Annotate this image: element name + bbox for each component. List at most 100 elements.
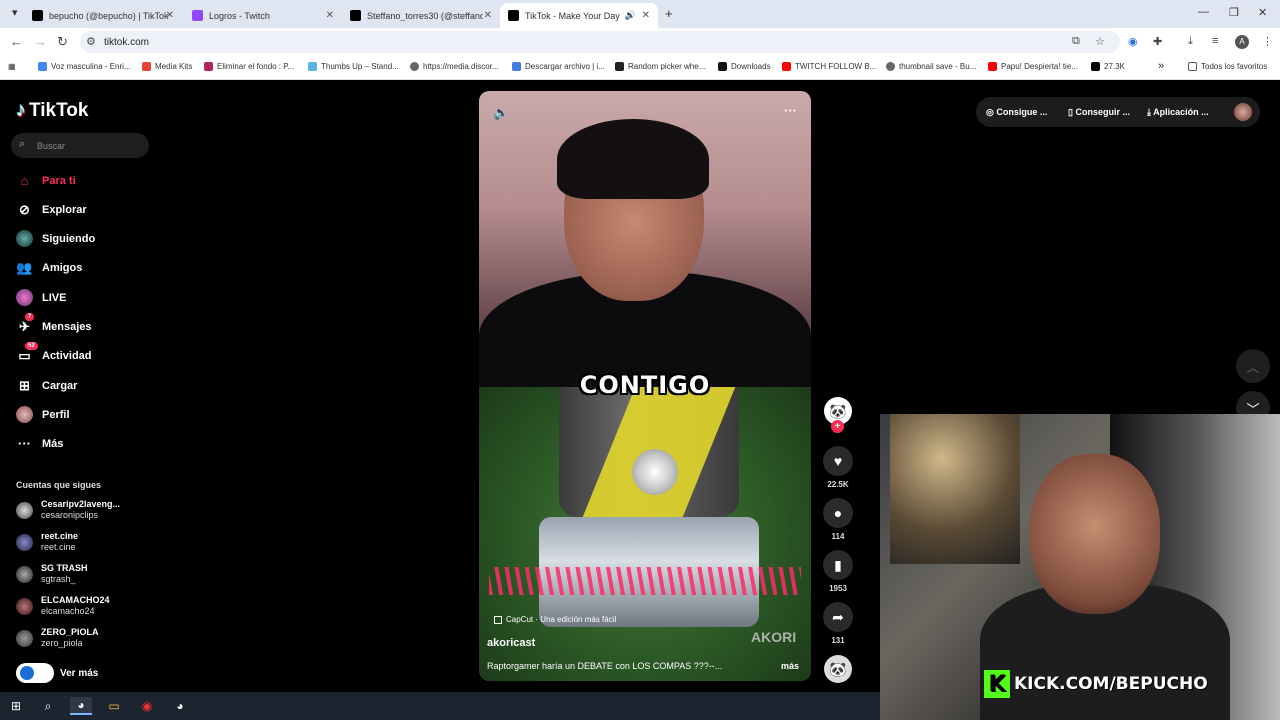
globe-icon xyxy=(886,62,895,71)
user-avatar[interactable] xyxy=(1234,103,1252,121)
search-icon[interactable]: ⌕ xyxy=(37,697,59,715)
star-icon[interactable]: ☆ xyxy=(1095,35,1105,48)
extension-icon[interactable]: ◉ xyxy=(1128,35,1138,48)
bookmark[interactable]: Voz masculina - Enri... xyxy=(38,62,131,71)
minimize-icon[interactable]: — xyxy=(1198,6,1209,18)
nav-friends[interactable]: 👥 Amigos xyxy=(16,259,82,276)
close-icon[interactable]: ✕ xyxy=(642,10,650,21)
menu-icon[interactable]: ⋮ xyxy=(1262,35,1273,48)
more-options-icon[interactable]: ··· xyxy=(784,103,797,118)
chevron-right-icon[interactable]: » xyxy=(1158,60,1164,72)
capcut-link[interactable]: CapCut · Una edición más fácil xyxy=(494,615,616,624)
description-more-button[interactable]: más xyxy=(781,661,799,671)
tag-icon xyxy=(512,62,521,71)
close-icon[interactable]: ✕ xyxy=(166,10,174,21)
share-icon[interactable]: ➦ xyxy=(823,602,853,632)
bookmark-icon[interactable]: ▮ xyxy=(823,550,853,580)
chrome-icon[interactable]: ◕ xyxy=(169,697,191,715)
followed-account[interactable]: Cesaripv2laveng... cesaronipclips xyxy=(16,499,120,521)
previous-video-button[interactable]: ︿ xyxy=(1236,349,1270,383)
bookmark[interactable]: 27.3K xyxy=(1091,62,1125,71)
followed-account[interactable]: SG TRASH sgtrash_ xyxy=(16,563,88,585)
app-download-button[interactable]: ⤓ Aplicación ... xyxy=(1147,107,1209,118)
install-icon[interactable]: ⧉ xyxy=(1072,35,1080,48)
bookmark[interactable]: https://media.discor... xyxy=(410,62,499,71)
close-icon[interactable]: ✕ xyxy=(484,10,492,21)
nav-messages[interactable]: ✈ 7 Mensajes xyxy=(16,313,92,335)
apps-icon[interactable]: ▦ xyxy=(8,62,16,71)
bookmark[interactable]: TWITCH FOLLOW B... xyxy=(782,62,876,71)
comment-icon[interactable]: ● xyxy=(823,498,853,528)
globe-icon xyxy=(410,62,419,71)
tab-search-icon[interactable]: ▾ xyxy=(12,6,18,19)
browser-tab[interactable]: Logros - Twitch ✕ xyxy=(184,3,342,28)
address-bar: ← → ↻ ⚙ tiktok.com ⧉ ☆ ◉ ✚ ⤓ ≡ A ⋮ xyxy=(0,28,1280,56)
music-disc-icon[interactable]: 🐼 xyxy=(824,655,852,683)
tiktok-icon xyxy=(350,10,361,21)
windows-start-icon[interactable]: ⊞ xyxy=(5,697,27,715)
share-action[interactable]: ➦ 131 xyxy=(823,602,853,645)
puzzle-icon[interactable]: ✚ xyxy=(1153,35,1162,48)
nav-activity[interactable]: ▭ 52 Actividad xyxy=(16,342,92,364)
tiktok-logo[interactable]: ♪ TikTok xyxy=(16,99,88,122)
bookmark[interactable]: Downloads xyxy=(718,62,771,71)
nav-more[interactable]: ··· Más xyxy=(16,435,63,452)
file-explorer-icon[interactable]: ▭ xyxy=(103,697,125,715)
obs-icon[interactable]: ◉ xyxy=(136,697,158,715)
bookmark[interactable]: thumbnail save - Bu... xyxy=(886,62,976,71)
like-action[interactable]: ♥ 22.5K xyxy=(823,446,853,489)
bookmark[interactable]: Eliminar el fondo : P... xyxy=(204,62,294,71)
bookmark[interactable]: Papu! Despierta! tie... xyxy=(988,62,1078,71)
back-icon[interactable]: ← xyxy=(10,34,23,49)
nav-live[interactable]: LIVE xyxy=(16,289,66,306)
url-text[interactable]: tiktok.com xyxy=(104,37,149,48)
browser-tab[interactable]: Steffano_torres30 (@steffano_t ✕ xyxy=(342,3,500,28)
followed-account[interactable]: ELCAMACHO24 elcamacho24 xyxy=(16,595,110,617)
nav-for-you[interactable]: ⌂ Para ti xyxy=(16,172,76,189)
volume-icon[interactable]: 🔈 xyxy=(493,105,509,121)
nav-upload[interactable]: ⊞ Cargar xyxy=(16,377,77,394)
video-player[interactable]: CONTIGO 🔈 ··· AKORI CapCut · Una edición… xyxy=(479,91,811,681)
get-app-pc-button[interactable]: ▯ Conseguir ... xyxy=(1068,107,1130,118)
see-more-button[interactable]: Ver más xyxy=(16,663,98,683)
reload-icon[interactable]: ↻ xyxy=(57,34,68,50)
bookmark[interactable]: Media Kits xyxy=(142,62,192,71)
get-coins-button[interactable]: ◎ Consigue ... xyxy=(986,107,1047,118)
bookmark[interactable]: Random picker whe... xyxy=(615,62,705,71)
new-tab-button[interactable]: + xyxy=(665,6,673,21)
media-icon[interactable]: ≡ xyxy=(1212,35,1218,47)
webcam-overlay: K KICK.COM/BEPUCHO xyxy=(880,414,1280,720)
all-bookmarks[interactable]: Todos los favoritos xyxy=(1188,62,1267,71)
nav-profile[interactable]: Perfil xyxy=(16,406,70,423)
speaker-icon[interactable]: 🔊 xyxy=(625,10,636,21)
followed-account[interactable]: ZERO_PIOLA zero_piola xyxy=(16,627,99,649)
heart-icon[interactable]: ♥ xyxy=(823,446,853,476)
save-action[interactable]: ▮ 1953 xyxy=(823,550,853,593)
follow-plus-icon[interactable]: + xyxy=(831,420,844,433)
share-count: 131 xyxy=(831,636,845,645)
video-author[interactable]: akoricast xyxy=(487,637,535,649)
bookmark[interactable]: Thumbs Up – Stand... xyxy=(308,62,399,71)
top-actions: ◎ Consigue ... ▯ Conseguir ... ⤓ Aplicac… xyxy=(976,97,1260,127)
tiktok-icon xyxy=(508,10,519,21)
restore-icon[interactable]: ❐ xyxy=(1229,6,1239,19)
close-window-icon[interactable]: ✕ xyxy=(1258,6,1267,19)
url-box[interactable] xyxy=(80,31,1120,53)
download-icon[interactable]: ⤓ xyxy=(1188,35,1193,48)
browser-tab-active[interactable]: TikTok - Make Your Day 🔊 ✕ xyxy=(500,3,658,28)
site-info-icon[interactable]: ⚙ xyxy=(86,35,96,48)
nav-following[interactable]: Siguiendo xyxy=(16,230,95,247)
search-input[interactable]: ⌕ Buscar xyxy=(11,133,149,158)
tab-title: bepucho (@bepucho) | TikTok xyxy=(49,10,169,21)
followed-account[interactable]: reet.cine reet.cine xyxy=(16,531,78,553)
nav-explore[interactable]: ⊘ Explorar xyxy=(16,201,87,218)
bookmark[interactable]: Descargar archivo | i... xyxy=(512,62,605,71)
comment-action[interactable]: ● 114 xyxy=(823,498,853,541)
chrome-icon[interactable]: ◕ xyxy=(70,697,92,715)
profile-avatar[interactable]: A xyxy=(1235,35,1249,49)
toggle[interactable] xyxy=(16,663,54,683)
browser-tab[interactable]: bepucho (@bepucho) | TikTok ✕ xyxy=(24,3,182,28)
close-icon[interactable]: ✕ xyxy=(326,10,334,21)
forward-icon[interactable]: → xyxy=(34,34,47,49)
video-caption-overlay: CONTIGO xyxy=(579,371,711,399)
